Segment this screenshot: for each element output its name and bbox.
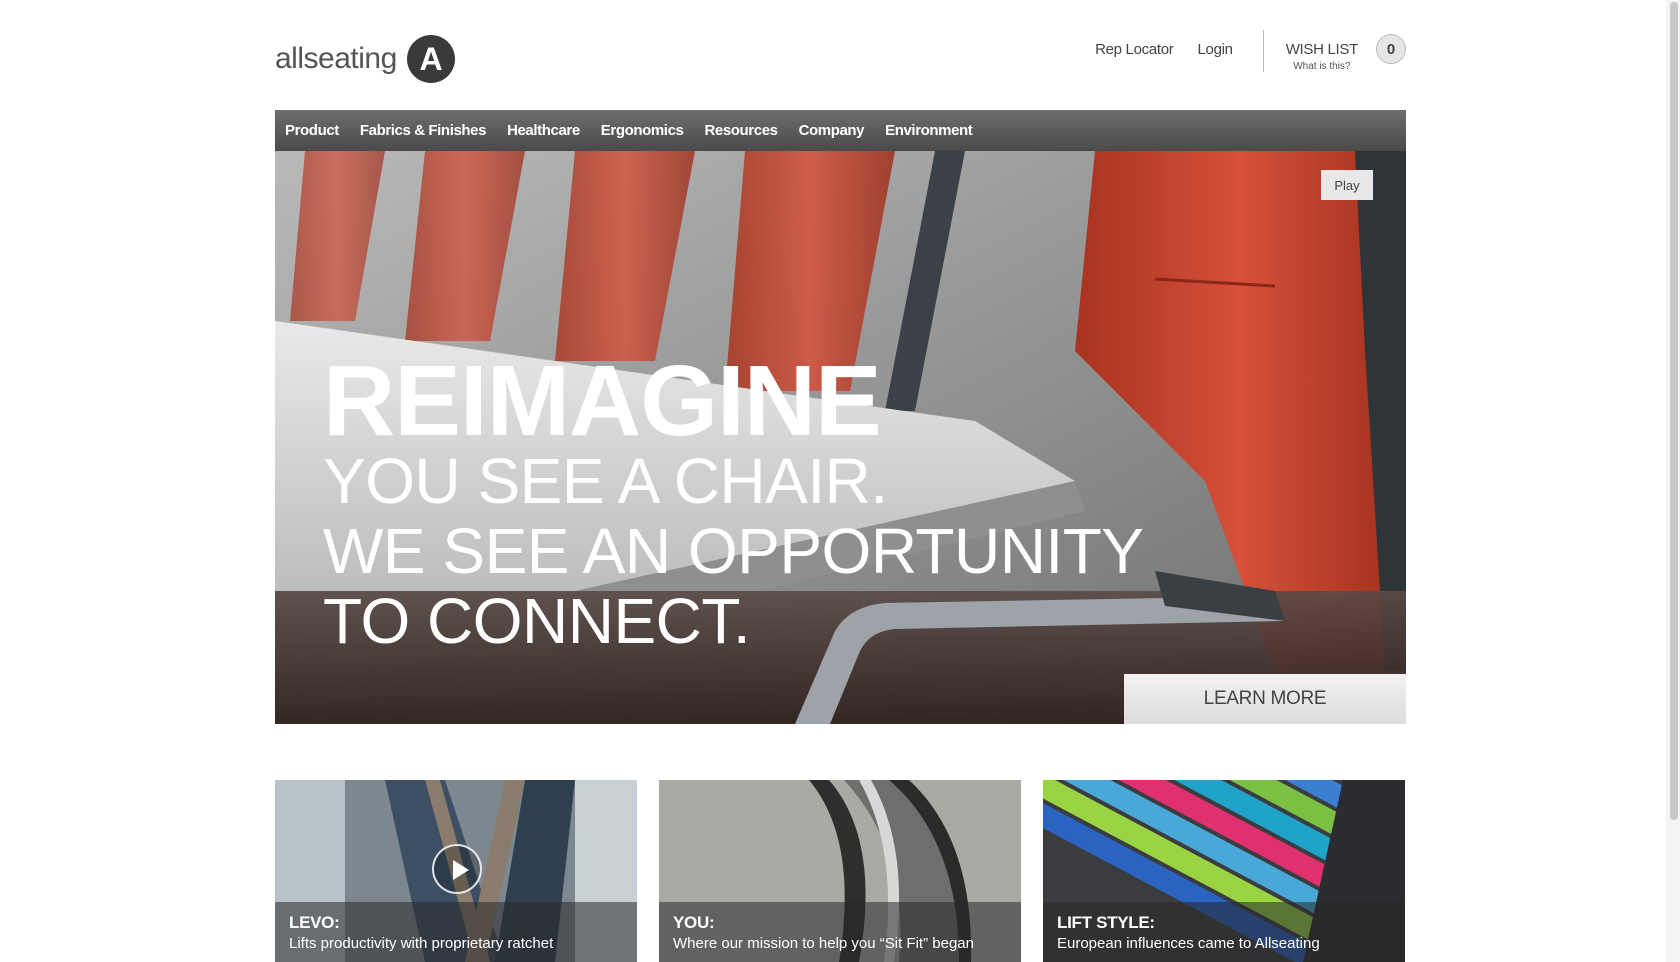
wishlist-help-link[interactable]: What is this? bbox=[1293, 61, 1350, 72]
hero-line-2: WE SEE AN OPPORTUNITY bbox=[323, 515, 1144, 587]
brand-logo[interactable]: allseating A bbox=[275, 33, 455, 85]
tile-description: Lifts productivity with proprietary ratc… bbox=[289, 935, 554, 952]
hero-banner: Play REIMAGINE YOU SEE A CHAIR. WE SEE A… bbox=[275, 151, 1406, 724]
login-link[interactable]: Login bbox=[1197, 41, 1233, 58]
utility-divider bbox=[1262, 30, 1264, 72]
feature-tiles: LEVO: Lifts productivity with proprietar… bbox=[275, 780, 1406, 962]
tile-title: YOU: bbox=[673, 913, 715, 932]
hero-headline: REIMAGINE YOU SEE A CHAIR. WE SEE AN OPP… bbox=[323, 345, 1144, 657]
tile-caption: LIFT STYLE: European influences came to … bbox=[1043, 902, 1405, 962]
nav-item-environment[interactable]: Environment bbox=[885, 122, 973, 139]
tile-description: European influences came to Allseating bbox=[1057, 935, 1320, 952]
rep-locator-link[interactable]: Rep Locator bbox=[1095, 41, 1174, 58]
learn-more-button[interactable]: LEARN MORE bbox=[1124, 674, 1406, 724]
nav-item-healthcare[interactable]: Healthcare bbox=[507, 122, 580, 139]
nav-item-product[interactable]: Product bbox=[285, 122, 339, 139]
main-nav: Product Fabrics & Finishes Healthcare Er… bbox=[275, 110, 1406, 151]
hero-line-3: TO CONNECT. bbox=[323, 585, 751, 657]
logo-wordmark: allseating bbox=[275, 42, 397, 75]
nav-item-fabrics-finishes[interactable]: Fabrics & Finishes bbox=[360, 122, 487, 139]
utility-nav: Rep Locator Login WISH LIST What is this… bbox=[1095, 30, 1406, 76]
hero-title: REIMAGINE bbox=[323, 345, 882, 457]
page: allseating A Rep Locator Login WISH LIST… bbox=[275, 0, 1406, 962]
nav-item-company[interactable]: Company bbox=[799, 122, 865, 139]
wishlist-link[interactable]: WISH LIST What is this? bbox=[1286, 41, 1359, 72]
tile-title: LEVO: bbox=[289, 913, 340, 932]
tile-caption: YOU: Where our mission to help you “Sit … bbox=[659, 902, 1021, 962]
video-play-icon[interactable] bbox=[432, 844, 482, 894]
slideshow-play-button[interactable]: Play bbox=[1321, 170, 1373, 200]
hero-line-1: YOU SEE A CHAIR. bbox=[323, 445, 888, 517]
wishlist-title[interactable]: WISH LIST bbox=[1286, 41, 1359, 58]
tile-levo[interactable]: LEVO: Lifts productivity with proprietar… bbox=[275, 780, 637, 962]
nav-item-ergonomics[interactable]: Ergonomics bbox=[601, 122, 684, 139]
tile-you[interactable]: YOU: Where our mission to help you “Sit … bbox=[659, 780, 1021, 962]
page-scrollbar[interactable] bbox=[1666, 0, 1680, 962]
tile-lift-style[interactable]: LIFT STYLE: European influences came to … bbox=[1043, 780, 1405, 962]
tile-description: Where our mission to help you “Sit Fit” … bbox=[673, 935, 974, 952]
tile-caption: LEVO: Lifts productivity with proprietar… bbox=[275, 902, 637, 962]
tile-title: LIFT STYLE: bbox=[1057, 913, 1155, 932]
nav-item-resources[interactable]: Resources bbox=[704, 122, 778, 139]
scrollbar-thumb[interactable] bbox=[1670, 2, 1678, 820]
logo-mark-icon: A bbox=[406, 35, 455, 83]
logo-mark-letter: A bbox=[419, 41, 442, 77]
wishlist-count-badge[interactable]: 0 bbox=[1376, 34, 1406, 64]
